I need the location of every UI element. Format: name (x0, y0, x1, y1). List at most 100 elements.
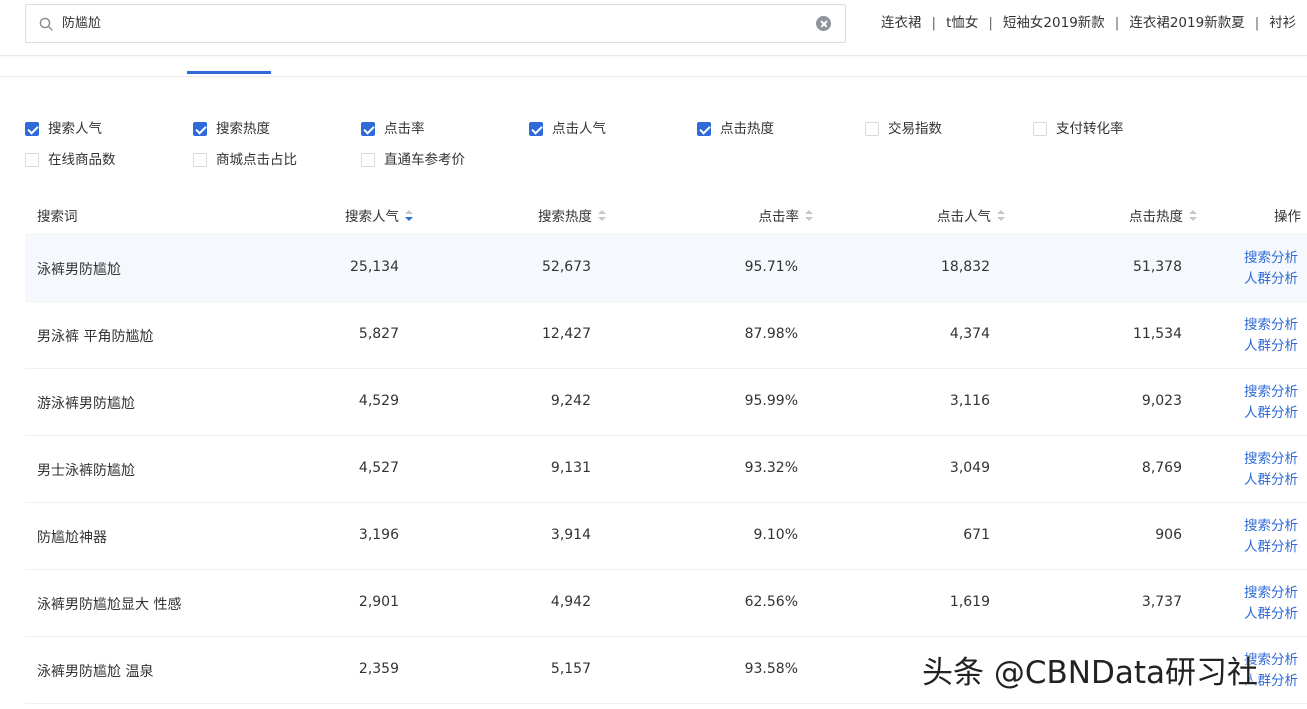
sort-icon[interactable] (1189, 210, 1197, 222)
checkbox[interactable] (361, 153, 375, 167)
cell-click-pop: 671 (963, 527, 990, 543)
hot-word[interactable]: 衬衫 (1269, 4, 1296, 43)
checkbox-checked[interactable] (193, 122, 207, 136)
header-ctr[interactable]: 点击率 (758, 205, 813, 225)
cell-search-heat: 9,131 (550, 460, 591, 476)
cell-click-heat: 8,769 (1141, 460, 1182, 476)
crowd-analysis-link[interactable]: 人群分析 (1244, 537, 1298, 558)
filter-label: 直通车参考价 (384, 152, 465, 168)
table-row: 男泳裤 平角防尴尬 5,827 12,427 87.98% 4,374 11,5… (25, 302, 1307, 369)
cell-keyword: 男士泳裤防尴尬 (37, 463, 135, 479)
sort-icon[interactable] (805, 210, 813, 222)
checkbox[interactable] (193, 153, 207, 167)
cell-search-pop: 2,901 (358, 594, 399, 610)
row-actions: 搜索分析 人群分析 (1244, 516, 1298, 558)
search-analysis-link[interactable]: 搜索分析 (1244, 315, 1298, 336)
separator: | (988, 15, 993, 31)
cell-click-pop: 3,049 (949, 460, 990, 476)
hot-words: 连衣裙 | t恤女 | 短袖女2019新款 | 连衣裙2019新款夏 | 衬衫 (881, 4, 1296, 43)
watermark: 头条 @CBNData研习社 (922, 655, 1258, 691)
filter-label: 搜索人气 (48, 121, 102, 137)
cell-click-heat: 9,023 (1141, 393, 1182, 409)
crowd-analysis-link[interactable]: 人群分析 (1244, 470, 1298, 491)
checkbox[interactable] (1033, 122, 1047, 136)
cell-search-heat: 4,942 (550, 594, 591, 610)
checkbox-checked[interactable] (361, 122, 375, 136)
checkbox[interactable] (865, 122, 879, 136)
crowd-analysis-link[interactable]: 人群分析 (1244, 604, 1298, 625)
checkbox-checked[interactable] (697, 122, 711, 136)
sort-desc-icon[interactable] (405, 210, 413, 222)
cell-click-heat: 3,737 (1141, 594, 1182, 610)
filter-label: 商城点击占比 (216, 152, 297, 168)
hot-word[interactable]: t恤女 (946, 4, 978, 43)
cell-click-heat: 906 (1155, 527, 1182, 543)
table-row: 防尴尬神器 3,196 3,914 9.10% 671 906 搜索分析 人群分析 (25, 503, 1307, 570)
search-analysis-link[interactable]: 搜索分析 (1244, 583, 1298, 604)
table-row: 泳裤男防尴尬 25,134 52,673 95.71% 18,832 51,37… (25, 235, 1307, 302)
header-search-heat[interactable]: 搜索热度 (538, 205, 606, 225)
sort-icon[interactable] (997, 210, 1005, 222)
filter-label: 支付转化率 (1056, 121, 1124, 137)
search-icon (39, 17, 53, 31)
clear-icon[interactable] (816, 16, 831, 31)
cell-keyword: 防尴尬神器 (37, 530, 107, 546)
header-click-heat[interactable]: 点击热度 (1129, 205, 1197, 225)
filter-label: 在线商品数 (48, 152, 116, 168)
cell-keyword: 泳裤男防尴尬显大 性感 (37, 597, 182, 613)
row-actions: 搜索分析 人群分析 (1244, 583, 1298, 625)
sort-icon[interactable] (598, 210, 606, 222)
cell-search-pop: 4,527 (358, 460, 399, 476)
table-row: 游泳裤男防尴尬 4,529 9,242 95.99% 3,116 9,023 搜… (25, 369, 1307, 436)
cell-keyword: 泳裤男防尴尬 温泉 (37, 664, 154, 680)
header-search-pop[interactable]: 搜索人气 (345, 205, 413, 225)
hot-word[interactable]: 连衣裙2019新款夏 (1129, 4, 1244, 43)
cell-search-heat: 9,242 (550, 393, 591, 409)
search-analysis-link[interactable]: 搜索分析 (1244, 516, 1298, 537)
search-analysis-link[interactable]: 搜索分析 (1244, 248, 1298, 269)
row-actions: 搜索分析 人群分析 (1244, 248, 1298, 290)
separator: | (1114, 15, 1120, 31)
keyword-table: 搜索词 搜索人气 搜索热度 点击率 点击人气 点击热度 操作 泳裤男防尴尬 25… (25, 193, 1307, 704)
cell-search-pop: 25,134 (350, 259, 399, 275)
search-analysis-link[interactable]: 搜索分析 (1244, 449, 1298, 470)
hot-word[interactable]: 短袖女2019新款 (1003, 4, 1105, 43)
crowd-analysis-link[interactable]: 人群分析 (1244, 269, 1298, 290)
row-actions: 搜索分析 人群分析 (1244, 449, 1298, 491)
cell-ctr: 87.98% (744, 326, 798, 342)
checkbox-checked[interactable] (25, 122, 39, 136)
filter-label: 搜索热度 (216, 121, 270, 137)
separator: | (931, 15, 937, 31)
hot-word[interactable]: 连衣裙 (881, 4, 922, 43)
crowd-analysis-link[interactable]: 人群分析 (1244, 336, 1298, 357)
cell-ctr: 93.32% (744, 460, 798, 476)
checkbox[interactable] (25, 153, 39, 167)
cell-ctr: 62.56% (744, 594, 798, 610)
search-input[interactable]: 防尴尬 (62, 5, 101, 42)
cell-ctr: 93.58% (744, 661, 798, 677)
header-click-pop[interactable]: 点击人气 (937, 205, 1005, 225)
cell-click-pop: 18,832 (941, 259, 990, 275)
cell-keyword: 游泳裤男防尴尬 (37, 396, 135, 412)
row-actions: 搜索分析 人群分析 (1244, 315, 1298, 357)
filter-label: 交易指数 (888, 121, 942, 137)
cell-ctr: 95.99% (744, 393, 798, 409)
cell-ctr: 9.10% (753, 527, 798, 543)
table-row: 泳裤男防尴尬显大 性感 2,901 4,942 62.56% 1,619 3,7… (25, 570, 1307, 637)
cell-keyword: 男泳裤 平角防尴尬 (37, 329, 154, 345)
search-analysis-link[interactable]: 搜索分析 (1244, 382, 1298, 403)
header-keyword: 搜索词 (37, 209, 78, 225)
cell-click-pop: 1,619 (949, 594, 990, 610)
tab-divider (0, 76, 1307, 77)
row-actions: 搜索分析 人群分析 (1244, 382, 1298, 424)
table-header: 搜索词 搜索人气 搜索热度 点击率 点击人气 点击热度 操作 (25, 193, 1307, 235)
checkbox-checked[interactable] (529, 122, 543, 136)
header-label: 点击率 (758, 209, 800, 225)
table-row: 男士泳裤防尴尬 4,527 9,131 93.32% 3,049 8,769 搜… (25, 436, 1307, 503)
cell-click-heat: 11,534 (1133, 326, 1182, 342)
search-box[interactable]: 防尴尬 (25, 4, 846, 43)
filter-label: 点击率 (384, 121, 425, 137)
cell-search-pop: 5,827 (358, 326, 399, 342)
cell-search-pop: 4,529 (358, 393, 399, 409)
crowd-analysis-link[interactable]: 人群分析 (1244, 403, 1298, 424)
